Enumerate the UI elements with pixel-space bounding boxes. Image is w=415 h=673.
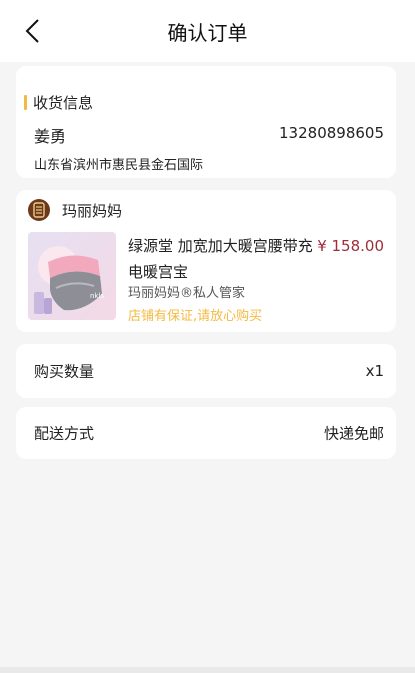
shipping-row[interactable]: 配送方式 快递免邮 — [16, 407, 396, 459]
receiver-name: 姜勇 — [34, 127, 67, 146]
quantity-value: x1 — [365, 362, 384, 380]
svg-text:nkls: nkls — [90, 292, 104, 300]
shop-row[interactable]: 玛丽妈妈 — [28, 199, 122, 221]
product-subtitle: 玛丽妈妈®私人管家 — [128, 286, 246, 301]
chevron-left-icon[interactable] — [20, 17, 48, 45]
bottom-bar — [0, 667, 415, 673]
order-confirm-page: 收货信息 姜勇 13280898605 山东省滨州市惠民县金石国际 玛丽妈妈 n… — [0, 62, 415, 673]
address-section-label: 收货信息 — [33, 94, 94, 112]
product-card: 玛丽妈妈 nkls 绿源堂 加宽加大暖宫腰带充电暖宫宝 ¥ 158.00 玛丽妈… — [16, 190, 396, 332]
receiver-address: 山东省滨州市惠民县金石国际 — [34, 158, 204, 173]
quantity-label: 购买数量 — [34, 362, 95, 381]
top-navbar: 确认订单 — [0, 0, 415, 62]
product-title[interactable]: 绿源堂 加宽加大暖宫腰带充电暖宫宝 — [128, 233, 318, 285]
shipping-value: 快递免邮 — [323, 424, 384, 443]
product-price: ¥ 158.00 — [317, 237, 384, 255]
address-card[interactable]: 收货信息 姜勇 13280898605 山东省滨州市惠民县金石国际 — [16, 66, 396, 178]
quantity-row[interactable]: 购买数量 x1 — [16, 344, 396, 398]
shipping-label: 配送方式 — [34, 424, 95, 443]
address-section-title: 收货信息 — [24, 92, 93, 113]
product-image[interactable]: nkls — [28, 232, 116, 320]
shop-guarantee-text: 店铺有保证,请放心购买 — [128, 309, 263, 324]
receiver-phone: 13280898605 — [279, 124, 384, 142]
shop-name: 玛丽妈妈 — [62, 201, 123, 220]
page-title: 确认订单 — [167, 20, 248, 45]
section-accent-bar — [24, 95, 27, 110]
shop-logo-icon — [28, 199, 50, 221]
